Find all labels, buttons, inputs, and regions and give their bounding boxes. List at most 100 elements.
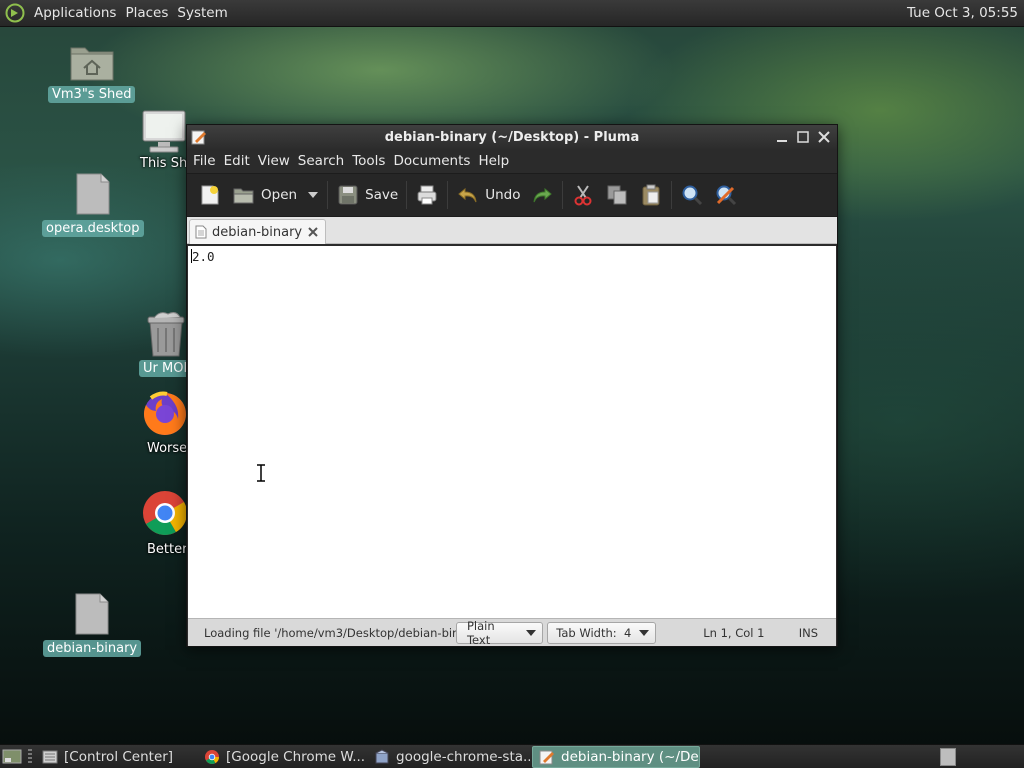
new-document-button[interactable]	[193, 179, 227, 211]
maximize-button[interactable]	[794, 128, 812, 146]
paste-button[interactable]	[634, 179, 668, 211]
chrome-icon	[143, 491, 187, 535]
toolbar-separator	[562, 181, 564, 209]
print-icon	[417, 185, 437, 205]
find-replace-button[interactable]	[709, 179, 743, 211]
menubar: File Edit View Search Tools Documents He…	[187, 149, 837, 173]
menu-edit[interactable]: Edit	[220, 153, 254, 169]
desktop-icon-label: opera.desktop	[42, 220, 144, 237]
undo-icon	[458, 187, 477, 203]
syntax-dropdown[interactable]: Plain Text	[455, 618, 544, 647]
syntax-label: Plain Text	[466, 618, 495, 647]
document-tabbar: debian-binary	[187, 217, 837, 244]
firefox-icon	[143, 391, 186, 435]
window-titlebar[interactable]: debian-binary (~/Desktop) - Pluma	[187, 125, 837, 149]
open-button[interactable]: Open	[227, 179, 302, 211]
insert-mode: INS	[798, 625, 818, 640]
menu-documents[interactable]: Documents	[389, 153, 474, 169]
desktop-icon-home[interactable]: Vm3"s Shed	[48, 42, 136, 103]
desktop-icon-label: debian-binary	[43, 640, 142, 657]
system-menu[interactable]: System	[174, 5, 230, 21]
task-google-chrome[interactable]: [Google Chrome W...	[198, 746, 366, 768]
menu-help[interactable]: Help	[474, 153, 513, 169]
computer-icon	[142, 110, 186, 153]
pluma-window: debian-binary (~/Desktop) - Pluma File E…	[186, 124, 838, 647]
tab-width-dropdown[interactable]: Tab Width: 4	[547, 621, 657, 644]
desktop-icon-opera[interactable]: opera.desktop	[42, 172, 144, 237]
minimize-button[interactable]	[773, 128, 791, 146]
chevron-down-icon	[639, 629, 650, 636]
tab-debian-binary[interactable]: debian-binary	[189, 219, 326, 244]
statusbar: Loading file '/home/vm3/Desktop/debian-b…	[188, 618, 836, 647]
control-center-icon	[42, 750, 58, 763]
text-editor[interactable]: 2.0	[188, 246, 836, 618]
copy-icon	[607, 185, 627, 205]
print-button[interactable]	[410, 179, 444, 211]
applications-menu[interactable]: Applications	[31, 5, 119, 21]
bottom-panel: [Control Center] [Google Chrome W... goo…	[0, 744, 1024, 768]
menu-tools[interactable]: Tools	[348, 153, 389, 169]
status-message: Loading file '/home/vm3/Desktop/debian-b…	[204, 625, 456, 640]
chevron-down-icon	[526, 629, 537, 636]
find-button[interactable]	[675, 179, 709, 211]
top-panel: Applications Places System Tue Oct 3, 05…	[0, 0, 1024, 27]
task-debian-binary[interactable]: debian-binary (~/De...	[532, 745, 700, 768]
text-file-icon	[195, 225, 207, 239]
tab-close-icon[interactable]	[307, 226, 319, 238]
redo-button[interactable]	[525, 179, 559, 211]
clock[interactable]: Tue Oct 3, 05:55	[907, 5, 1018, 21]
undo-button[interactable]: Undo	[451, 179, 525, 211]
menu-view[interactable]: View	[254, 153, 294, 169]
recent-files-dropdown[interactable]	[302, 179, 324, 211]
places-menu[interactable]: Places	[122, 5, 171, 21]
minimize-icon	[777, 140, 787, 142]
cursor-position: Ln 1, Col 1	[703, 625, 765, 640]
desktop-icon-computer[interactable]: This Sh	[140, 109, 191, 172]
task-label: [Control Center]	[64, 748, 174, 765]
task-label: [Google Chrome W...	[226, 748, 366, 765]
editor-content: 2.0	[192, 249, 215, 264]
desktop-icon-firefox[interactable]: Worse	[141, 390, 191, 457]
task-label: debian-binary (~/De...	[561, 748, 700, 765]
toolbar-separator	[406, 181, 408, 209]
tab-label: debian-binary	[212, 224, 303, 240]
desktop-icon-chrome[interactable]: Better	[141, 489, 191, 558]
toolbar-separator	[327, 181, 329, 209]
desktop-icon-label: Vm3"s Shed	[48, 86, 136, 103]
paste-icon	[642, 184, 660, 206]
desktop-icon-label: Better	[147, 542, 188, 557]
window-title: debian-binary (~/Desktop) - Pluma	[384, 129, 640, 145]
menu-search[interactable]: Search	[294, 153, 348, 169]
toolbar-separator	[447, 181, 449, 209]
task-google-chrome-stable[interactable]: google-chrome-sta...	[368, 746, 530, 768]
pluma-icon	[191, 130, 206, 145]
cut-button[interactable]	[566, 179, 600, 211]
close-button[interactable]	[815, 128, 833, 146]
save-button[interactable]: Save	[331, 179, 403, 211]
close-icon	[818, 131, 830, 143]
chevron-down-icon	[308, 192, 319, 198]
mate-logo-icon[interactable]	[5, 3, 25, 23]
task-label: google-chrome-sta...	[396, 748, 530, 765]
open-folder-icon	[233, 188, 254, 204]
save-icon	[338, 185, 358, 205]
tab-width-label: Tab Width: 4	[556, 625, 632, 640]
find-replace-icon	[716, 185, 737, 206]
panel-grip[interactable]	[28, 748, 32, 765]
task-control-center[interactable]: [Control Center]	[36, 746, 196, 768]
new-document-icon	[201, 185, 219, 205]
package-icon	[375, 748, 389, 763]
trash-icon	[147, 312, 185, 357]
file-icon	[75, 593, 109, 635]
scissors-icon	[574, 185, 592, 206]
home-folder-icon	[70, 47, 114, 81]
redo-icon	[533, 187, 553, 203]
desktop-icon-debian-binary[interactable]: debian-binary	[43, 592, 142, 657]
copy-button[interactable]	[600, 179, 634, 211]
search-icon	[682, 185, 703, 206]
pluma-icon	[539, 750, 554, 764]
ibeam-cursor-icon	[257, 464, 265, 482]
menu-file[interactable]: File	[189, 153, 220, 169]
show-desktop-icon[interactable]	[2, 748, 22, 766]
workspace-switcher[interactable]	[940, 747, 956, 766]
